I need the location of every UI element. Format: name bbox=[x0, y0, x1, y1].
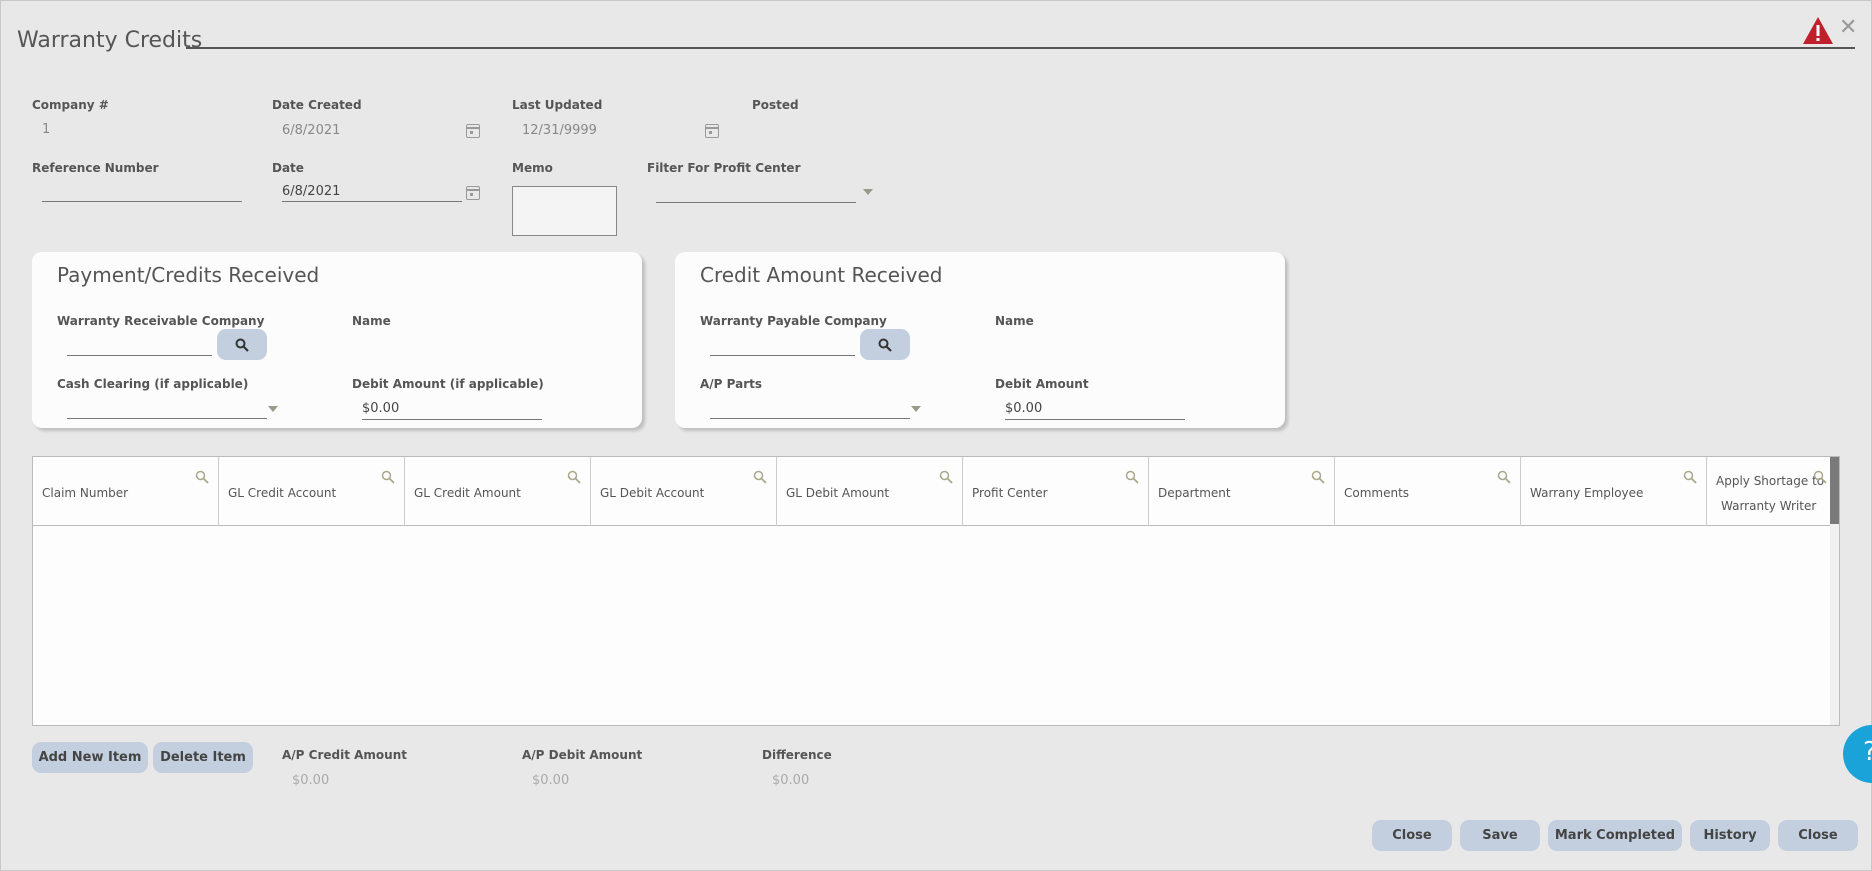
warranty-credits-dialog: Warranty Credits ✕ Company # 1 Date Crea… bbox=[0, 0, 1872, 871]
add-new-item-button[interactable]: Add New Item bbox=[32, 742, 148, 773]
memo-textarea[interactable] bbox=[512, 186, 617, 236]
title-divider bbox=[186, 47, 1855, 49]
credit-card-title: Credit Amount Received bbox=[700, 263, 943, 287]
ap-credit-amount-label: A/P Credit Amount bbox=[282, 748, 407, 762]
date-created-label: Date Created bbox=[272, 98, 362, 112]
column-filter-search-icon[interactable] bbox=[195, 470, 209, 484]
chevron-down-icon[interactable] bbox=[911, 406, 921, 412]
help-question-icon: ? bbox=[1863, 737, 1872, 767]
column-header-profit-center[interactable]: Profit Center bbox=[963, 457, 1149, 526]
credit-amount-card: Credit Amount Received Warranty Payable … bbox=[675, 252, 1285, 428]
column-filter-search-icon[interactable] bbox=[567, 470, 581, 484]
reference-number-label: Reference Number bbox=[32, 161, 159, 175]
ap-debit-amount-label: A/P Debit Amount bbox=[522, 748, 643, 762]
warning-icon[interactable] bbox=[1802, 16, 1834, 45]
search-icon bbox=[878, 338, 892, 352]
column-header-comments[interactable]: Comments bbox=[1335, 457, 1521, 526]
column-header-gl-debit-amount[interactable]: GL Debit Amount bbox=[777, 457, 963, 526]
ap-parts-select[interactable] bbox=[710, 418, 910, 419]
close-icon[interactable]: ✕ bbox=[1839, 15, 1857, 40]
warranty-receivable-company-label: Warranty Receivable Company bbox=[57, 314, 265, 328]
column-filter-search-icon[interactable] bbox=[1683, 470, 1697, 484]
column-filter-search-icon[interactable] bbox=[1311, 470, 1325, 484]
calendar-icon bbox=[705, 124, 719, 138]
filter-profit-center-select[interactable] bbox=[656, 202, 856, 203]
mark-completed-button[interactable]: Mark Completed bbox=[1548, 820, 1682, 851]
date-underline[interactable] bbox=[282, 201, 462, 202]
column-header-gl-credit-amount[interactable]: GL Credit Amount bbox=[405, 457, 591, 526]
ap-debit-amount-value: $0.00 bbox=[532, 773, 570, 788]
filter-profit-center-label: Filter For Profit Center bbox=[647, 161, 801, 175]
column-filter-search-icon[interactable] bbox=[939, 470, 953, 484]
calendar-icon bbox=[466, 124, 480, 138]
payment-card-title: Payment/Credits Received bbox=[57, 263, 320, 287]
company-label: Company # bbox=[32, 98, 109, 112]
payment-debit-amount-underline[interactable] bbox=[362, 419, 542, 420]
column-filter-search-icon[interactable] bbox=[1125, 470, 1139, 484]
chevron-down-icon[interactable] bbox=[863, 189, 873, 195]
column-filter-search-icon[interactable] bbox=[1813, 470, 1827, 484]
difference-value: $0.00 bbox=[772, 773, 810, 788]
cash-clearing-select[interactable] bbox=[67, 418, 267, 419]
warranty-payable-company-label: Warranty Payable Company bbox=[700, 314, 887, 328]
warranty-payable-company-input[interactable] bbox=[710, 355, 855, 356]
last-updated-value: 12/31/9999 bbox=[522, 123, 597, 138]
calendar-icon[interactable] bbox=[466, 186, 480, 200]
close-button-right[interactable]: Close bbox=[1778, 820, 1858, 851]
column-header-apply-shortage[interactable]: Apply Shortage to Warranty Writer bbox=[1707, 457, 1833, 526]
column-filter-search-icon[interactable] bbox=[753, 470, 767, 484]
warranty-items-grid[interactable]: Claim Number GL Credit Account GL Credit… bbox=[32, 456, 1840, 726]
scrollbar-thumb[interactable] bbox=[1830, 457, 1839, 524]
receivable-name-label: Name bbox=[352, 314, 391, 328]
date-created-value: 6/8/2021 bbox=[282, 123, 341, 138]
company-value: 1 bbox=[42, 122, 51, 137]
difference-label: Difference bbox=[762, 748, 832, 762]
payment-debit-amount-input[interactable]: $0.00 bbox=[362, 401, 399, 416]
close-button[interactable]: Close bbox=[1372, 820, 1452, 851]
chevron-down-icon[interactable] bbox=[268, 406, 278, 412]
posted-label: Posted bbox=[752, 98, 799, 112]
ap-parts-label: A/P Parts bbox=[700, 377, 763, 391]
payable-name-label: Name bbox=[995, 314, 1034, 328]
last-updated-label: Last Updated bbox=[512, 98, 603, 112]
delete-item-button[interactable]: Delete Item bbox=[153, 742, 253, 773]
column-header-gl-credit-account[interactable]: GL Credit Account bbox=[219, 457, 405, 526]
credit-debit-amount-underline[interactable] bbox=[1005, 419, 1185, 420]
credit-debit-amount-label: Debit Amount bbox=[995, 377, 1089, 391]
credit-debit-amount-input[interactable]: $0.00 bbox=[1005, 401, 1042, 416]
dialog-title: Warranty Credits bbox=[17, 28, 203, 53]
grid-header: Claim Number GL Credit Account GL Credit… bbox=[33, 457, 1833, 526]
save-button[interactable]: Save bbox=[1460, 820, 1540, 851]
memo-label: Memo bbox=[512, 161, 553, 175]
column-header-warranty-employee[interactable]: Warrany Employee bbox=[1521, 457, 1707, 526]
column-header-gl-debit-account[interactable]: GL Debit Account bbox=[591, 457, 777, 526]
receivable-company-search-button[interactable] bbox=[217, 329, 267, 360]
date-label: Date bbox=[272, 161, 304, 175]
payment-credits-card: Payment/Credits Received Warranty Receiv… bbox=[32, 252, 642, 428]
history-button[interactable]: History bbox=[1690, 820, 1770, 851]
search-icon bbox=[235, 338, 249, 352]
column-header-claim-number[interactable]: Claim Number bbox=[33, 457, 219, 526]
payment-debit-amount-label: Debit Amount (if applicable) bbox=[352, 377, 544, 391]
cash-clearing-label: Cash Clearing (if applicable) bbox=[57, 377, 249, 391]
payable-company-search-button[interactable] bbox=[860, 329, 910, 360]
ap-credit-amount-value: $0.00 bbox=[292, 773, 330, 788]
grid-vertical-scrollbar[interactable] bbox=[1830, 457, 1839, 725]
reference-number-underline[interactable] bbox=[42, 201, 242, 202]
column-header-department[interactable]: Department bbox=[1149, 457, 1335, 526]
column-filter-search-icon[interactable] bbox=[381, 470, 395, 484]
column-filter-search-icon[interactable] bbox=[1497, 470, 1511, 484]
date-input[interactable]: 6/8/2021 bbox=[282, 184, 340, 199]
warranty-receivable-company-input[interactable] bbox=[67, 355, 212, 356]
